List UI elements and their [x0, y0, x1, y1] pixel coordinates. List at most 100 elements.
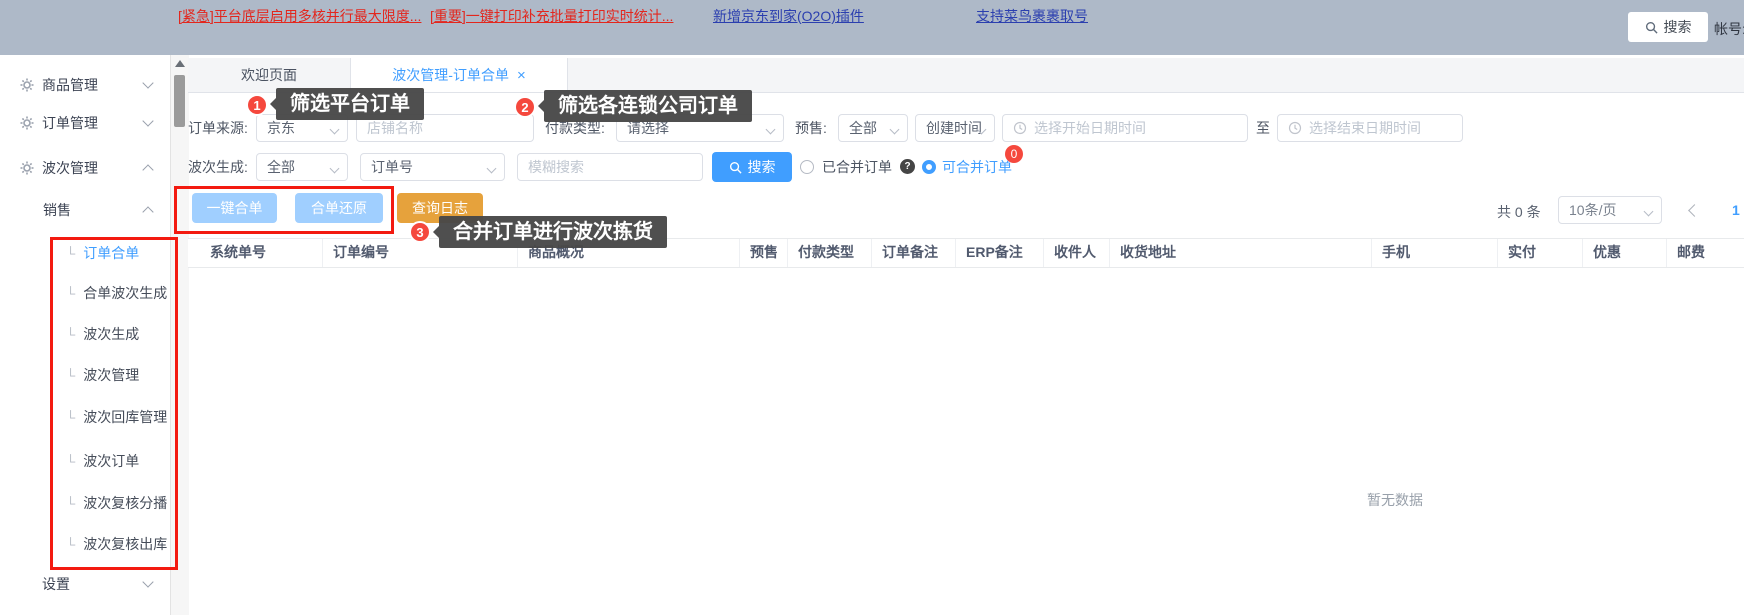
to-label: 至 — [1256, 114, 1270, 142]
chevron-down-icon — [142, 77, 153, 88]
sidebar-item-wave-gen[interactable]: └ 波次生成 — [66, 324, 139, 344]
tab-welcome[interactable]: 欢迎页面 — [188, 58, 351, 92]
tab-wave-order-merge[interactable]: 波次管理-订单合单 × — [351, 58, 568, 92]
date-placeholder: 选择结束日期时间 — [1309, 118, 1421, 138]
presale-label: 预售: — [795, 114, 827, 142]
sidebar-group-sales[interactable]: 销售 — [43, 200, 152, 220]
select-value: 10条/页 — [1569, 200, 1616, 220]
search-icon — [1645, 21, 1658, 34]
select-value: 全部 — [849, 118, 877, 138]
guide-step-badge: 3 — [409, 221, 431, 243]
fuzzy-search-input[interactable] — [517, 153, 703, 181]
restore-merge-button[interactable]: 合单还原 — [295, 193, 383, 223]
search-button-label: 搜索 — [748, 157, 776, 177]
topbar-search-button[interactable]: 搜索 — [1628, 12, 1708, 42]
sidebar-item-label: 订单合单 — [83, 243, 139, 263]
column-header: 系统单号 — [188, 239, 323, 267]
tab-label: 欢迎页面 — [241, 65, 297, 85]
chevron-down-icon — [766, 125, 776, 135]
search-field-select[interactable]: 订单号 — [360, 153, 505, 181]
sidebar-item-wave-return[interactable]: └ 波次回库管理 — [66, 407, 167, 427]
order-source-label: 订单来源: — [188, 114, 248, 142]
sidebar-group-label: 销售 — [43, 200, 71, 220]
sidebar: 商品管理 订单管理 波次管理 销售 └ 订单合单 └ 合单波次生成 └ 波次生成 — [0, 55, 170, 615]
branch-icon: └ — [66, 246, 75, 261]
time-type-select[interactable]: 创建时间 — [915, 114, 995, 142]
chevron-down-icon — [487, 164, 497, 174]
announcement-link-cainiao[interactable]: 支持菜鸟裹裹取号 — [976, 6, 1088, 26]
column-header: 收件人 — [1044, 239, 1110, 267]
sidebar-group-goods[interactable]: 商品管理 — [20, 75, 152, 95]
branch-icon: └ — [66, 496, 75, 511]
app-window: [紧急]平台底层启用多核并行最大限度... [重要]一键打印补充批量打印实时统计… — [0, 0, 1744, 615]
date-placeholder: 选择开始日期时间 — [1034, 118, 1146, 138]
sidebar-item-merge-wave-gen[interactable]: └ 合单波次生成 — [66, 283, 167, 303]
select-value: 订单号 — [371, 157, 413, 177]
column-header: 收货地址 — [1110, 239, 1372, 267]
prev-page-button[interactable] — [1688, 204, 1701, 217]
gear-icon — [20, 78, 34, 92]
topbar: [紧急]平台底层启用多核并行最大限度... [重要]一键打印补充批量打印实时统计… — [0, 0, 1744, 55]
sidebar-item-label: 波次复核出库 — [83, 534, 167, 554]
merged-orders-label[interactable]: 已合并订单 — [822, 153, 892, 181]
chevron-down-icon — [1644, 207, 1654, 217]
guide-step-badge: 1 — [246, 94, 268, 116]
select-value: 创建时间 — [926, 118, 982, 138]
sidebar-item-wave-orders[interactable]: └ 波次订单 — [66, 451, 139, 471]
branch-icon: └ — [66, 286, 75, 301]
sidebar-item-label: 波次管理 — [83, 365, 139, 385]
announcement-link-urgent[interactable]: [紧急]平台底层启用多核并行最大限度... — [178, 6, 421, 26]
end-date-input[interactable]: 选择结束日期时间 — [1277, 114, 1463, 142]
sidebar-item-wave-manage[interactable]: └ 波次管理 — [66, 365, 139, 385]
chevron-up-icon — [142, 206, 153, 217]
sidebar-item-wave-check-sort[interactable]: └ 波次复核分播 — [66, 493, 167, 513]
search-button[interactable]: 搜索 — [712, 152, 792, 182]
chevron-down-icon — [330, 164, 340, 174]
start-date-input[interactable]: 选择开始日期时间 — [1002, 114, 1248, 142]
sidebar-group-waves[interactable]: 波次管理 — [20, 158, 152, 178]
page-size-select[interactable]: 10条/页 — [1558, 196, 1662, 224]
sidebar-scrollbar[interactable] — [170, 55, 189, 615]
branch-icon: └ — [66, 327, 75, 342]
guide-step-badge: 2 — [514, 96, 536, 118]
sidebar-item-label: 合单波次生成 — [83, 283, 167, 303]
merged-orders-radio[interactable] — [800, 160, 814, 174]
close-icon[interactable]: × — [517, 68, 526, 83]
presale-select[interactable]: 全部 — [838, 114, 908, 142]
column-header: 手机 — [1372, 239, 1498, 267]
tab-label: 波次管理-订单合单 — [392, 65, 509, 85]
announcement-link-important[interactable]: [重要]一键打印补充批量打印实时统计... — [430, 6, 673, 26]
mergeable-orders-radio[interactable] — [922, 160, 936, 174]
mergeable-orders-label[interactable]: 可合并订单 — [942, 153, 1012, 181]
clock-icon — [1288, 121, 1302, 135]
guide-tooltip: 筛选各连锁公司订单 — [544, 90, 752, 122]
sidebar-group-settings[interactable]: 设置 — [42, 574, 152, 594]
select-value: 京东 — [267, 118, 295, 138]
current-page-number[interactable]: 1 — [1732, 202, 1740, 218]
wave-generated-select[interactable]: 全部 — [256, 153, 348, 181]
pagination-total: 共 0 条 — [1497, 202, 1541, 222]
scroll-up-icon[interactable] — [175, 60, 185, 67]
sidebar-item-order-merge[interactable]: └ 订单合单 — [66, 243, 139, 263]
chevron-up-icon — [142, 164, 153, 175]
sidebar-group-orders[interactable]: 订单管理 — [20, 113, 152, 133]
sidebar-item-wave-check-out[interactable]: └ 波次复核出库 — [66, 534, 167, 554]
column-header: ERP备注 — [956, 239, 1044, 267]
scrollbar-thumb[interactable] — [174, 75, 185, 127]
guide-tooltip: 筛选平台订单 — [276, 88, 424, 120]
branch-icon: └ — [66, 410, 75, 425]
empty-data-text: 暂无数据 — [1367, 490, 1423, 510]
sidebar-item-label: 波次复核分播 — [83, 493, 167, 513]
merge-orders-button[interactable]: 一键合单 — [192, 193, 277, 223]
announcement-link-jddj[interactable]: 新增京东到家(O2O)插件 — [713, 6, 864, 26]
branch-icon: └ — [66, 368, 75, 383]
sidebar-group-label: 商品管理 — [42, 75, 98, 95]
select-value: 全部 — [267, 157, 295, 177]
branch-icon: └ — [66, 537, 75, 552]
topbar-search-label: 搜索 — [1664, 17, 1692, 37]
chevron-down-icon — [330, 125, 340, 135]
question-icon[interactable]: ? — [900, 159, 915, 174]
chevron-down-icon — [890, 125, 900, 135]
branch-icon: └ — [66, 454, 75, 469]
gear-icon — [20, 116, 34, 130]
